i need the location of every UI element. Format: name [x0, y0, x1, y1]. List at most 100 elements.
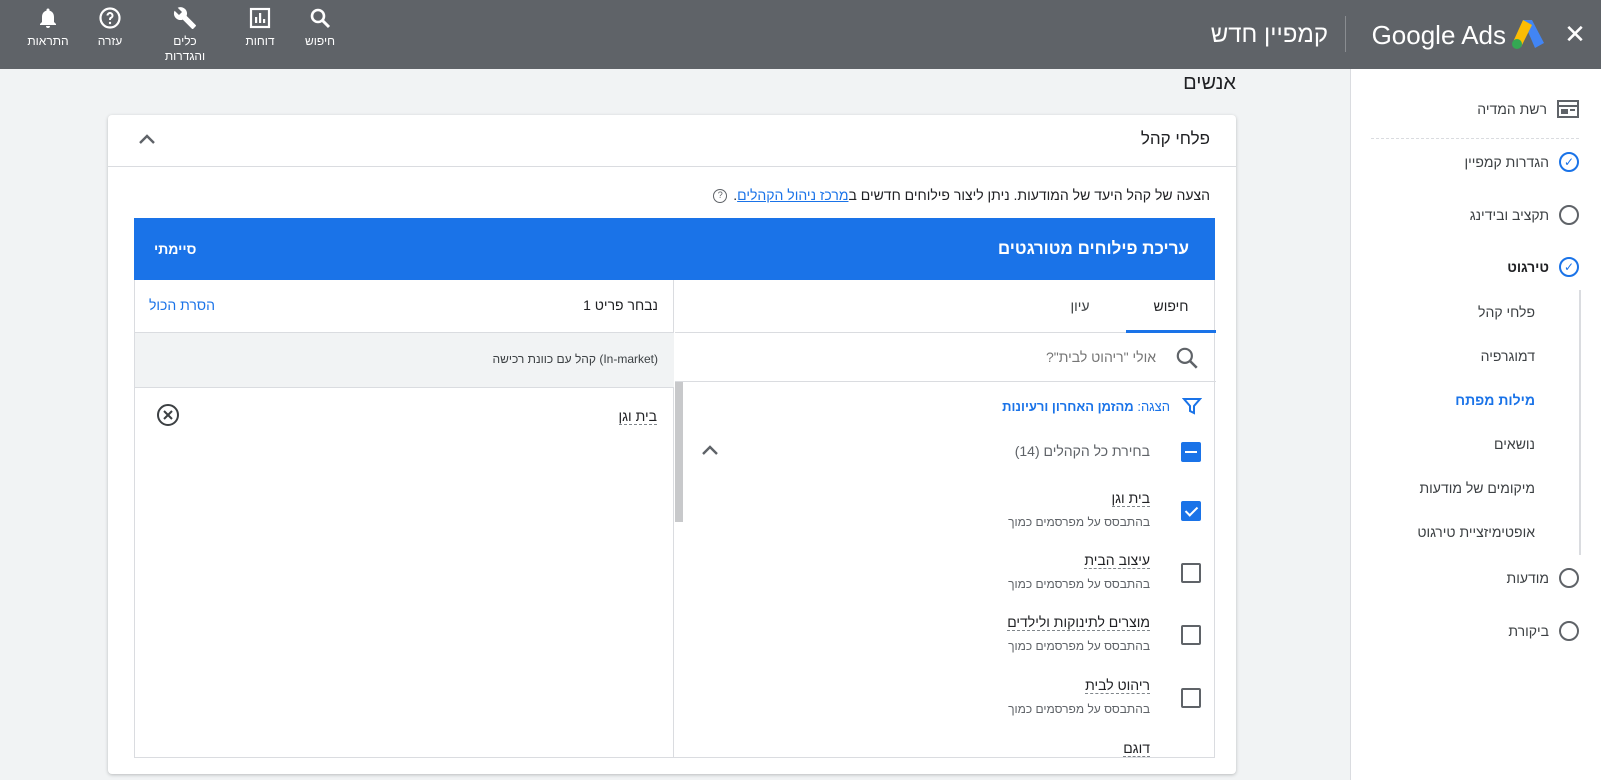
display-network-icon: [1557, 100, 1579, 118]
browse-pane: חיפוש עיון הצגה: מהזמן האחרון ורעיונות ב…: [675, 280, 1216, 758]
sidebar-item-network[interactable]: רשת המדיה: [1477, 97, 1579, 121]
selected-count: נבחר פריט 1: [583, 297, 658, 313]
list-item-name: בית וגן: [1111, 490, 1150, 507]
list-item-checkbox[interactable]: [1181, 501, 1201, 521]
sidebar-subitem-placements[interactable]: מיקומים של מודעות: [1419, 477, 1535, 499]
list-item-checkbox[interactable]: [1181, 563, 1201, 583]
sidebar-subitem-audiences[interactable]: פלחי קהל: [1478, 301, 1535, 323]
sidebar-network-label: רשת המדיה: [1477, 101, 1547, 117]
bell-icon: [40, 8, 56, 28]
list-item-sub: בהתבסס על מפרסמים כמוך: [1008, 577, 1150, 591]
reports-icon: [249, 7, 271, 29]
select-all-row: בחירת כל הקהלים (14): [675, 437, 1216, 467]
help-label: עזרה: [97, 34, 123, 48]
card-header[interactable]: פלחי קהל: [108, 115, 1236, 167]
sidebar-item-review[interactable]: ביקורת: [1508, 619, 1579, 643]
selected-category: קהל עם כוונת רכישה (In-market): [135, 333, 674, 388]
top-bar: התראות עזרה כלים והגדרות דוחות חיפוש קמפ…: [0, 0, 1601, 69]
sidebar-subitem-targeting-optimization[interactable]: אופטימיזציית טירגוט: [1417, 521, 1535, 543]
search-row: [675, 333, 1216, 382]
audience-card: פלחי קהל הצעה של קהל היעד של המודעות. ני…: [108, 115, 1236, 774]
help-icon: [99, 7, 121, 29]
edit-bar: עריכת פילוחים מטורגטים סיימתי: [134, 218, 1215, 280]
audience-manager-link[interactable]: מרכז ניהול הקהלים: [737, 187, 848, 203]
sidebar-subitem-topics[interactable]: נושאים: [1494, 433, 1535, 455]
card-description: הצעה של קהל היעד של המודעות. ניתן ליצור …: [713, 187, 1210, 203]
filter-value: מהזמן האחרון ורעיונות: [1002, 398, 1134, 414]
audience-search-input[interactable]: [736, 345, 1156, 369]
sidebar-step-label: הגדרות קמפיין: [1464, 154, 1549, 170]
sidebar-item-budget-bidding[interactable]: תקציב ובידינג: [1470, 203, 1579, 227]
selected-category-label: קהל עם כוונת רכישה (In-market): [492, 352, 658, 366]
check-circle-icon: ✓: [1559, 257, 1579, 277]
list-item: עיצוב הבית בהתבסס על מפרסמים כמוך: [675, 552, 1216, 612]
tools-settings-label-2: והגדרות: [164, 49, 206, 63]
list-item-checkbox[interactable]: [1181, 625, 1201, 645]
notifications-button[interactable]: התראות: [24, 6, 72, 49]
list-item: ריהוט לבית בהתבסס על מפרסמים כמוך: [675, 677, 1216, 737]
sidebar-item-targeting[interactable]: טירגוט ✓: [1507, 255, 1579, 279]
brand-name: Google Ads: [1371, 20, 1506, 50]
wrench-icon: [173, 7, 196, 29]
select-all-checkbox[interactable]: [1181, 442, 1201, 462]
select-all-label: בחירת כל הקהלים (14): [1014, 443, 1150, 459]
sidebar-item-ads[interactable]: מודעות: [1507, 566, 1579, 590]
list-item-sub: בהתבסס על מפרסמים כמוך: [1008, 515, 1150, 529]
done-button[interactable]: סיימתי: [154, 241, 196, 257]
selected-item: בית וגן: [618, 408, 657, 425]
tab-search[interactable]: חיפוש: [1126, 280, 1216, 333]
help-icon[interactable]: ?: [713, 189, 728, 203]
list-item-checkbox[interactable]: [1181, 688, 1201, 708]
help-button[interactable]: עזרה: [90, 6, 130, 49]
tab-browse[interactable]: עיון: [1044, 280, 1116, 333]
sidebar-divider: [1371, 138, 1579, 139]
sidebar-step-label: תקציב ובידינג: [1469, 207, 1549, 223]
list-item: דוגם: [675, 740, 1216, 758]
section-title: אנשים: [1183, 72, 1236, 94]
sidebar-step-label: ביקורת: [1508, 623, 1549, 639]
reports-label: דוחות: [245, 34, 275, 48]
google-ads-logo-icon: [1512, 20, 1544, 49]
filter-row[interactable]: הצגה: מהזמן האחרון ורעיונות: [1002, 394, 1202, 418]
selected-header: נבחר פריט 1 הסרת הכול: [135, 280, 674, 333]
topbar-divider: [1345, 16, 1346, 52]
reports-button[interactable]: דוחות: [240, 6, 280, 49]
sidebar-subnav-line: [1579, 290, 1581, 555]
selected-pane: נבחר פריט 1 הסרת הכול קהל עם כוונת רכישה…: [135, 280, 674, 758]
tools-settings-button[interactable]: כלים והגדרות: [150, 6, 220, 64]
card-title: פלחי קהל: [1140, 129, 1210, 148]
clear-all-button[interactable]: הסרת הכול: [149, 297, 215, 313]
search-button[interactable]: חיפוש: [300, 6, 340, 49]
chevron-up-icon[interactable]: [136, 129, 158, 151]
edit-panes: נבחר פריט 1 הסרת הכול קהל עם כוונת רכישה…: [134, 280, 1216, 758]
list-item-name: מוצרים לתינוקות ולילדים: [1007, 614, 1150, 631]
sidebar-item-campaign-settings[interactable]: הגדרות קמפיין ✓: [1464, 150, 1579, 174]
search-label: חיפוש: [305, 34, 335, 48]
remove-circle-icon[interactable]: [156, 403, 180, 427]
filter-icon: [1182, 398, 1202, 415]
audience-list: הצגה: מהזמן האחרון ורעיונות בחירת כל הקה…: [675, 382, 1216, 758]
close-icon[interactable]: ✕: [1563, 18, 1587, 50]
list-item-sub: בהתבסס על מפרסמים כמוך: [1008, 639, 1150, 653]
tools-settings-label-1: כלים: [173, 34, 197, 48]
list-item-sub: בהתבסס על מפרסמים כמוך: [1008, 702, 1150, 716]
empty-circle-icon: [1559, 205, 1579, 225]
empty-circle-icon: [1559, 621, 1579, 641]
sidebar-subitem-demographics[interactable]: דמוגרפיה: [1481, 345, 1535, 367]
sidebar: רשת המדיה הגדרות קמפיין ✓ תקציב ובידינג …: [1350, 69, 1601, 780]
list-item: מוצרים לתינוקות ולילדים בהתבסס על מפרסמי…: [675, 614, 1216, 674]
campaign-title: קמפיין חדש: [1210, 21, 1328, 48]
browse-tabs: חיפוש עיון: [675, 280, 1216, 333]
filter-label: הצגה:: [1137, 398, 1170, 414]
list-item-name: דוגם: [1123, 740, 1150, 757]
notifications-label: התראות: [27, 34, 69, 48]
search-icon: [310, 8, 331, 29]
sidebar-subitem-keywords[interactable]: מילות מפתח: [1455, 389, 1535, 411]
description-text: הצעה של קהל היעד של המודעות. ניתן ליצור …: [848, 187, 1210, 203]
sidebar-step-label: טירגוט: [1507, 259, 1549, 275]
search-icon: [1176, 347, 1198, 369]
chevron-up-icon[interactable]: [699, 440, 721, 462]
edit-bar-title: עריכת פילוחים מטורגטים: [997, 239, 1189, 258]
list-item-name: ריהוט לבית: [1085, 677, 1150, 694]
empty-circle-icon: [1559, 568, 1579, 588]
